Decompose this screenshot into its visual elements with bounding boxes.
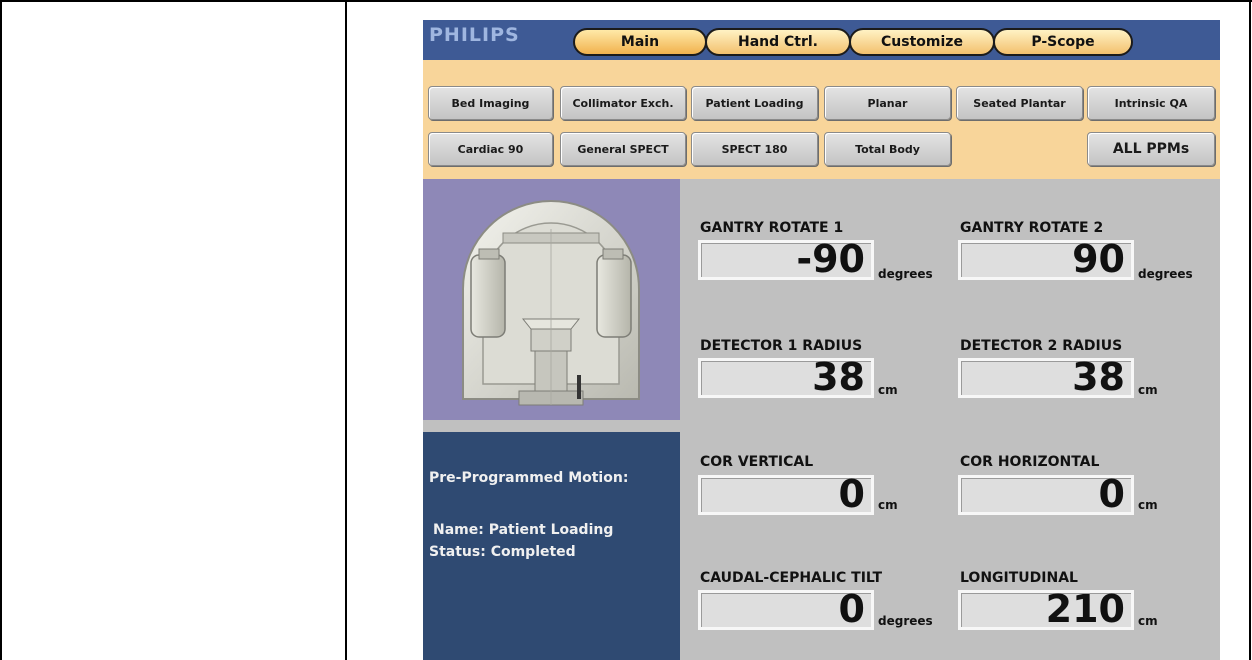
longitudinal-label: LONGITUDINAL	[960, 570, 1078, 586]
table-border-left	[0, 0, 2, 660]
gantry-rotate-1-label: GANTRY ROTATE 1	[700, 220, 844, 236]
ppm-general-spect-button[interactable]: General SPECT	[560, 132, 686, 166]
caudal-cephalic-tilt-label: CAUDAL-CEPHALIC TILT	[700, 570, 883, 586]
ppm-intrinsic-qa-button[interactable]: Intrinsic QA	[1087, 86, 1215, 120]
ppm-spect-180-button[interactable]: SPECT 180	[691, 132, 818, 166]
ppm-total-body-button[interactable]: Total Body	[824, 132, 951, 166]
tab-hand-ctrl[interactable]: Hand Ctrl.	[705, 28, 851, 56]
ppm-bed-imaging-button[interactable]: Bed Imaging	[428, 86, 553, 120]
cor-horizontal-field: 0	[958, 472, 1134, 516]
cor-horizontal-unit: cm	[1138, 498, 1158, 512]
detector-1-radius-unit: cm	[878, 383, 898, 397]
gantry-rotate-2-label: GANTRY ROTATE 2	[960, 220, 1104, 236]
caudal-cephalic-tilt-field: 0	[698, 587, 874, 631]
detector-2-radius-unit: cm	[1138, 383, 1158, 397]
tab-main[interactable]: Main	[573, 28, 707, 56]
caudal-cephalic-tilt-value: 0	[838, 587, 865, 631]
gantry-control-app: PHILIPS Main Hand Ctrl. Customize P-Scop…	[423, 20, 1220, 660]
longitudinal-value: 210	[1045, 587, 1125, 631]
detector-2-radius-label: DETECTOR 2 RADIUS	[960, 338, 1123, 354]
gantry-illustration	[462, 200, 640, 406]
gantry-rotate-2-value: 90	[1072, 237, 1125, 281]
table-border-top	[0, 0, 1252, 2]
tab-customize[interactable]: Customize	[849, 28, 995, 56]
gantry-image-panel	[423, 179, 680, 420]
cor-vertical-field: 0	[698, 472, 874, 516]
cor-vertical-value: 0	[838, 472, 865, 516]
cor-horizontal-value: 0	[1098, 472, 1125, 516]
ppm-title: Pre-Programmed Motion:	[429, 470, 629, 486]
longitudinal-unit: cm	[1138, 614, 1158, 628]
ppm-name: Name: Patient Loading	[433, 522, 614, 538]
gantry-rotate-2-unit: degrees	[1138, 267, 1193, 281]
ppm-planar-button[interactable]: Planar	[824, 86, 951, 120]
longitudinal-field: 210	[958, 587, 1134, 631]
app-header: PHILIPS Main Hand Ctrl. Customize P-Scop…	[423, 20, 1220, 60]
table-border-right	[1249, 0, 1251, 660]
ppm-cardiac-90-button[interactable]: Cardiac 90	[428, 132, 553, 166]
cor-horizontal-label: COR HORIZONTAL	[960, 454, 1100, 470]
detector-2-radius-value: 38	[1072, 355, 1125, 399]
philips-logo: PHILIPS	[429, 24, 520, 46]
caudal-cephalic-tilt-unit: degrees	[878, 614, 933, 628]
cor-vertical-unit: cm	[878, 498, 898, 512]
all-ppms-button[interactable]: ALL PPMs	[1087, 132, 1215, 166]
ppm-patient-loading-button[interactable]: Patient Loading	[691, 86, 818, 120]
ppm-status: Status: Completed	[429, 544, 576, 560]
tab-p-scope[interactable]: P-Scope	[993, 28, 1133, 56]
gantry-rotate-1-field: -90	[698, 237, 874, 281]
gantry-rotate-1-value: -90	[796, 237, 865, 281]
gantry-rotate-1-unit: degrees	[878, 267, 933, 281]
ppm-collimator-exch-button[interactable]: Collimator Exch.	[560, 86, 686, 120]
ppm-toolbar: Bed Imaging Collimator Exch. Patient Loa…	[423, 60, 1220, 179]
detector-1-radius-value: 38	[812, 355, 865, 399]
cor-vertical-label: COR VERTICAL	[700, 454, 814, 470]
ppm-seated-plantar-button[interactable]: Seated Plantar	[956, 86, 1083, 120]
gantry-rotate-2-field: 90	[958, 237, 1134, 281]
table-border-middle	[345, 0, 347, 660]
detector-1-radius-label: DETECTOR 1 RADIUS	[700, 338, 863, 354]
pre-programmed-motion-panel: Pre-Programmed Motion: Name: Patient Loa…	[423, 432, 680, 660]
detector-2-radius-field: 38	[958, 355, 1134, 399]
detector-1-radius-field: 38	[698, 355, 874, 399]
